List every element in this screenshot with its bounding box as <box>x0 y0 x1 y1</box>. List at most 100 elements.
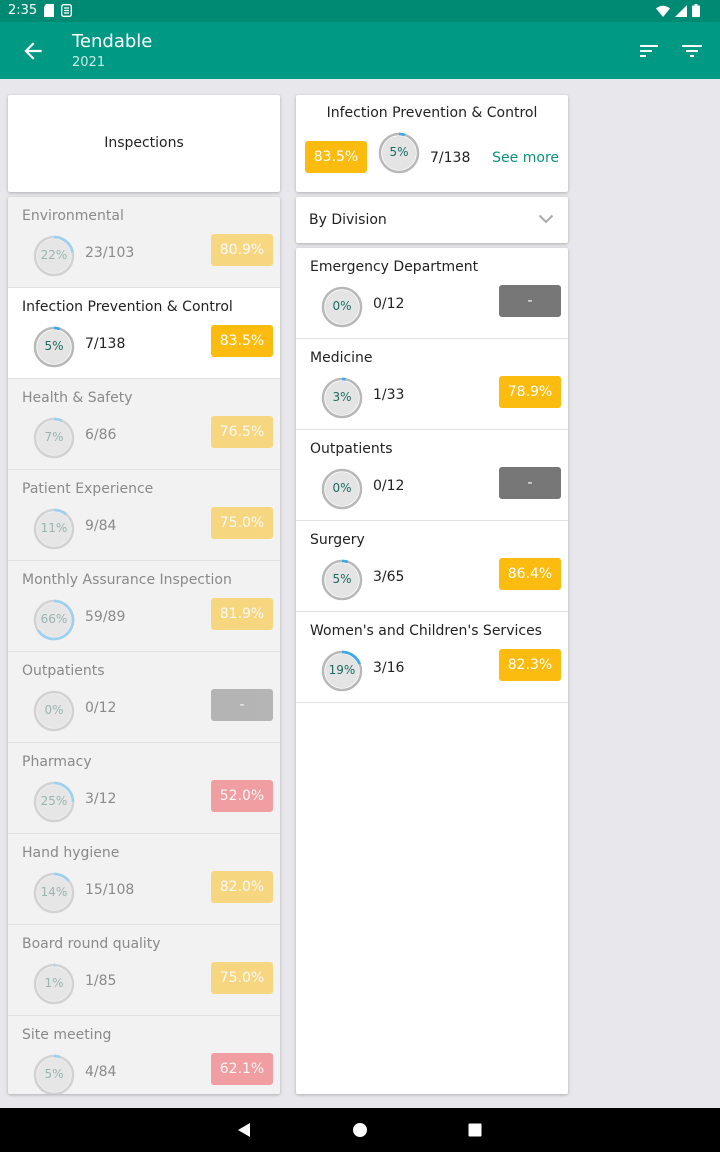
detail-progress-percent: 5% <box>389 145 409 159</box>
row-name: Health & Safety <box>22 390 133 406</box>
status-bar: 2:35 <box>0 0 720 22</box>
completion-count: 0/12 <box>373 478 405 494</box>
nav-recents-icon[interactable] <box>465 1120 485 1140</box>
division-row[interactable]: Women's and Children's Services 19% 3/16 82… <box>296 612 568 703</box>
back-arrow-icon[interactable] <box>20 38 46 64</box>
sd-card-icon <box>44 4 54 17</box>
inspection-row[interactable]: Hand hygiene 14% 15/108 82.0% <box>8 834 280 925</box>
row-name: Environmental <box>22 208 124 224</box>
wifi-icon <box>656 5 670 17</box>
score-badge: 62.1% <box>211 1053 273 1085</box>
inspection-detail-card: Infection Prevention & Control 83.5% 5% … <box>296 95 568 192</box>
division-row[interactable]: Emergency Department 0% 0/12 - <box>296 248 568 339</box>
division-row[interactable]: Outpatients 0% 0/12 - <box>296 430 568 521</box>
sort-icon[interactable] <box>638 40 660 62</box>
progress-ring: 11% <box>33 508 75 550</box>
app-subtitle: 2021 <box>72 55 106 70</box>
score-badge: 75.0% <box>211 962 273 994</box>
division-dropdown[interactable]: By Division <box>296 197 568 243</box>
completion-count: 1/85 <box>85 973 117 989</box>
score-badge: - <box>499 467 561 499</box>
completion-count: 4/84 <box>85 1064 117 1080</box>
progress-ring: 22% <box>33 235 75 277</box>
inspection-list: Environmental 22% 23/103 80.9% Infection Pre… <box>8 197 280 1094</box>
inspection-row[interactable]: Board round quality 1% 1/85 75.0% <box>8 925 280 1016</box>
inspection-row[interactable]: Pharmacy 25% 3/12 52.0% <box>8 743 280 834</box>
completion-count: 3/65 <box>373 569 405 585</box>
progress-percent: 3% <box>332 390 352 404</box>
detail-title: Infection Prevention & Control <box>326 105 538 121</box>
progress-ring: 5% <box>321 559 363 601</box>
row-name: Women's and Children's Services <box>310 623 542 639</box>
app-bar: Tendable 2021 <box>0 22 720 79</box>
inspection-row[interactable]: Environmental 22% 23/103 80.9% <box>8 197 280 288</box>
signal-icon <box>675 4 687 17</box>
score-badge: 86.4% <box>499 558 561 590</box>
row-name: Monthly Assurance Inspection <box>22 572 232 588</box>
battery-icon <box>692 4 700 17</box>
score-badge: 81.9% <box>211 598 273 630</box>
row-name: Outpatients <box>22 663 105 679</box>
row-name: Medicine <box>310 350 373 366</box>
row-name: Site meeting <box>22 1027 112 1043</box>
progress-percent: 5% <box>332 572 352 586</box>
row-name: Outpatients <box>310 441 393 457</box>
chevron-down-icon <box>538 214 554 224</box>
system-nav-bar <box>0 1108 720 1152</box>
row-name: Patient Experience <box>22 481 154 497</box>
progress-percent: 5% <box>44 339 64 353</box>
inspections-header-card: Inspections <box>8 95 280 192</box>
see-more-link[interactable]: See more <box>492 150 559 166</box>
row-name: Surgery <box>310 532 365 548</box>
progress-ring: 3% <box>321 377 363 419</box>
inspection-row[interactable]: Patient Experience 11% 9/84 75.0% <box>8 470 280 561</box>
completion-count: 3/16 <box>373 660 405 676</box>
inspection-row[interactable]: Health & Safety 7% 6/86 76.5% <box>8 379 280 470</box>
completion-count: 0/12 <box>373 296 405 312</box>
progress-ring: 1% <box>33 963 75 1005</box>
inspection-row[interactable]: Monthly Assurance Inspection 66% 59/89 81.9… <box>8 561 280 652</box>
score-badge: 75.0% <box>211 507 273 539</box>
progress-ring: 19% <box>321 650 363 692</box>
division-dropdown-label: By Division <box>309 212 387 228</box>
progress-percent: 0% <box>332 481 352 495</box>
inspection-row[interactable]: Outpatients 0% 0/12 - <box>8 652 280 743</box>
progress-ring: 66% <box>33 599 75 641</box>
completion-count: 6/86 <box>85 427 117 443</box>
progress-percent: 5% <box>44 1067 64 1081</box>
completion-count: 15/108 <box>85 882 135 898</box>
progress-ring: 5% <box>33 326 75 368</box>
detail-count: 7/138 <box>430 150 471 166</box>
division-row[interactable]: Surgery 5% 3/65 86.4% <box>296 521 568 612</box>
division-list: Emergency Department 0% 0/12 - Medicine 3% 1/3… <box>296 248 568 1094</box>
inspection-row[interactable]: Infection Prevention & Control 5% 7/138 83.… <box>8 288 280 379</box>
inspection-row[interactable]: Site meeting 5% 4/84 62.1% <box>8 1016 280 1094</box>
progress-ring: 0% <box>321 468 363 510</box>
score-badge: 80.9% <box>211 234 273 266</box>
completion-count: 59/89 <box>85 609 126 625</box>
detail-progress-ring: 5% <box>378 132 420 174</box>
division-row[interactable]: Medicine 3% 1/33 78.9% <box>296 339 568 430</box>
row-name: Board round quality <box>22 936 161 952</box>
filter-icon[interactable] <box>680 40 704 62</box>
row-name: Pharmacy <box>22 754 92 770</box>
progress-ring: 0% <box>321 286 363 328</box>
progress-percent: 14% <box>40 885 68 899</box>
progress-percent: 7% <box>44 430 64 444</box>
row-name: Emergency Department <box>310 259 479 275</box>
row-name: Infection Prevention & Control <box>22 299 233 315</box>
nav-home-icon[interactable] <box>350 1120 370 1140</box>
progress-ring: 0% <box>33 690 75 732</box>
progress-ring: 14% <box>33 872 75 914</box>
score-badge: 76.5% <box>211 416 273 448</box>
progress-percent: 66% <box>40 612 68 626</box>
completion-count: 7/138 <box>85 336 126 352</box>
progress-ring: 5% <box>33 1054 75 1094</box>
progress-percent: 11% <box>40 521 68 535</box>
progress-ring: 7% <box>33 417 75 459</box>
progress-percent: 19% <box>328 663 356 677</box>
score-badge: 52.0% <box>211 780 273 812</box>
completion-count: 0/12 <box>85 700 117 716</box>
progress-ring: 25% <box>33 781 75 823</box>
nav-back-icon[interactable] <box>234 1120 254 1140</box>
